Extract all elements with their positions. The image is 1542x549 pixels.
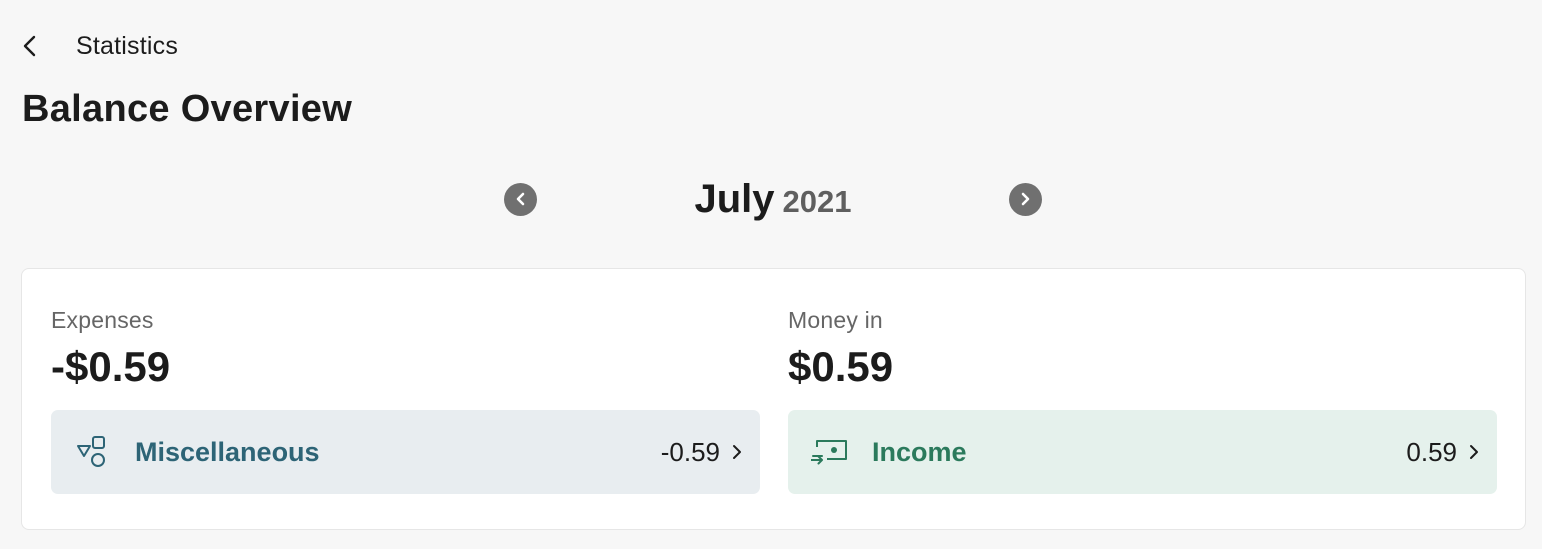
back-label[interactable]: Statistics bbox=[76, 32, 178, 61]
balance-summary-card: Expenses -$0.59 Miscellaneous -0.59 Mone… bbox=[21, 268, 1526, 530]
category-name: Miscellaneous bbox=[135, 436, 320, 467]
category-row-income[interactable]: Income 0.59 bbox=[788, 410, 1497, 494]
page-title: Balance Overview bbox=[22, 88, 353, 130]
chevron-left-icon bbox=[23, 35, 36, 57]
chevron-left-icon bbox=[516, 192, 524, 206]
shapes-icon bbox=[73, 432, 113, 472]
previous-month-button[interactable] bbox=[504, 182, 537, 216]
money-in-amount: $0.59 bbox=[788, 343, 894, 390]
top-bar: Statistics bbox=[22, 28, 178, 64]
category-value: -0.59 bbox=[660, 436, 720, 467]
category-value: 0.59 bbox=[1406, 436, 1457, 467]
current-period: July 2021 bbox=[694, 177, 851, 222]
cash-in-icon bbox=[810, 432, 850, 472]
expenses-label: Expenses bbox=[51, 307, 154, 333]
category-row-miscellaneous[interactable]: Miscellaneous -0.59 bbox=[51, 410, 760, 494]
next-month-button[interactable] bbox=[1008, 182, 1042, 216]
expenses-amount: -$0.59 bbox=[51, 343, 171, 390]
month-year: 2021 bbox=[782, 183, 852, 219]
chevron-right-icon bbox=[1022, 192, 1030, 206]
chevron-right-icon bbox=[732, 442, 746, 462]
chevron-right-icon bbox=[1469, 442, 1483, 462]
back-button[interactable] bbox=[22, 28, 58, 64]
money-in-label: Money in bbox=[788, 307, 883, 333]
category-name: Income bbox=[872, 436, 967, 467]
month-navigator: July 2021 bbox=[504, 176, 1042, 222]
month-name: July bbox=[694, 176, 775, 221]
